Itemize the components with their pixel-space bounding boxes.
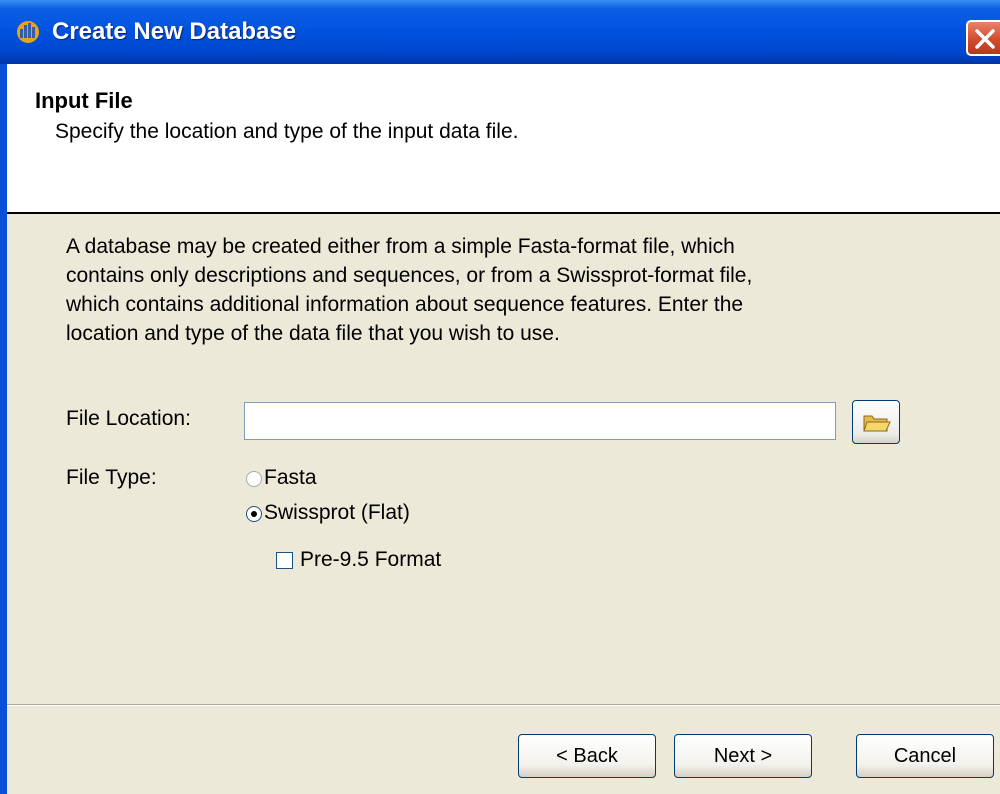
close-button[interactable] [966, 20, 1000, 56]
description-line: contains only descriptions and sequences… [66, 264, 753, 287]
browse-button[interactable] [852, 400, 900, 444]
pre-9-5-format-label[interactable]: Pre-9.5 Format [300, 548, 441, 572]
title-bar[interactable]: Create New Database [0, 0, 1000, 65]
page-subtitle: Specify the location and type of the inp… [55, 120, 519, 143]
description-line: A database may be created either from a … [66, 235, 735, 258]
header-panel: Input File Specify the location and type… [7, 64, 1000, 214]
radio-swissprot[interactable] [246, 506, 262, 522]
pre-9-5-format-checkbox[interactable] [276, 552, 293, 569]
app-icon [14, 20, 42, 44]
create-database-dialog: Create New Database Input File Specify t… [0, 0, 1000, 794]
radio-swissprot-label[interactable]: Swissprot (Flat) [264, 501, 410, 525]
description-text: A database may be created either from a … [66, 232, 946, 348]
cancel-button[interactable]: Cancel [856, 734, 994, 778]
close-icon [975, 29, 995, 49]
next-button[interactable]: Next > [674, 734, 812, 778]
radio-fasta-label[interactable]: Fasta [264, 466, 317, 490]
radio-fasta[interactable] [246, 471, 262, 487]
separator [7, 704, 1000, 706]
window-border [0, 64, 7, 794]
file-type-label: File Type: [66, 466, 157, 489]
description-line: which contains additional information ab… [66, 293, 744, 316]
folder-icon [863, 415, 891, 432]
back-button[interactable]: < Back [518, 734, 656, 778]
file-location-label: File Location: [66, 407, 191, 430]
window-title: Create New Database [52, 18, 297, 45]
file-location-input[interactable] [244, 402, 836, 440]
page-title: Input File [35, 88, 133, 113]
description-line: location and type of the data file that … [66, 322, 560, 345]
